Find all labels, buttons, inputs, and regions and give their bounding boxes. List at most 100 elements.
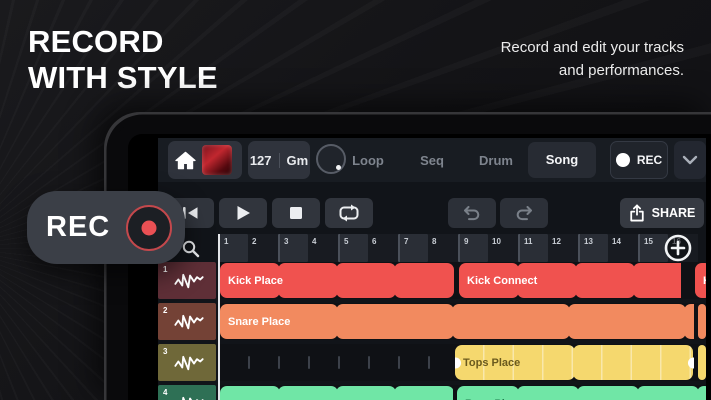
collapse-header-button[interactable]	[674, 141, 706, 179]
bar-tick	[278, 356, 280, 369]
waveform-icon	[174, 314, 204, 330]
clip-segment	[336, 386, 396, 400]
bar-tick	[428, 356, 430, 369]
track-row-3: 3 Tops Place	[158, 344, 706, 381]
track-lane-2[interactable]: Snare Place	[218, 303, 706, 340]
clip-segment	[637, 386, 699, 400]
ruler-bar-4[interactable]: 4	[308, 234, 338, 262]
clip-segment	[568, 304, 686, 339]
stop-button[interactable]	[272, 198, 320, 228]
ruler-bar-number: 12	[552, 237, 561, 246]
ruler-bar-14[interactable]: 14	[608, 234, 638, 262]
track-number: 1	[163, 265, 168, 274]
clip[interactable]: Snare Place	[220, 304, 694, 339]
clip-label: Kick Place	[228, 274, 284, 287]
ruler-bar-2[interactable]: 2	[248, 234, 278, 262]
ruler-bar-6[interactable]: 6	[368, 234, 398, 262]
clip-handle[interactable]	[687, 357, 694, 368]
ruler-bar-13[interactable]: 13	[578, 234, 608, 262]
ruler-bar-number: 3	[284, 237, 289, 246]
record-button[interactable]: REC	[610, 141, 668, 179]
bar-tick	[338, 356, 340, 369]
clip-segment	[698, 304, 706, 339]
ruler-bar-10[interactable]: 10	[488, 234, 518, 262]
ruler-bar-7[interactable]: 7	[398, 234, 428, 262]
clip[interactable]	[698, 345, 706, 380]
chevron-down-icon	[682, 155, 698, 165]
tempo-divider	[278, 152, 280, 168]
record-toggle-button[interactable]	[126, 204, 172, 251]
clip[interactable]: Kick Connect	[459, 263, 681, 298]
redo-button[interactable]	[500, 198, 548, 228]
tab-song[interactable]: Song	[528, 142, 596, 178]
tab-loop[interactable]: Loop	[336, 153, 400, 168]
track-lane-1[interactable]: Kick Place Kick Connect Kick Place	[218, 262, 706, 299]
promo-screenshot: RECORD WITH STYLE Record and edit your t…	[0, 0, 711, 400]
stop-icon	[290, 207, 302, 219]
track-header-1[interactable]: 1	[158, 262, 216, 299]
clip[interactable]: Tops Place	[455, 345, 694, 380]
rec-overlay-pill: REC	[27, 191, 185, 264]
hero-subtitle: Record and edit your tracks and performa…	[501, 36, 684, 82]
clip[interactable]: Kick Place	[695, 263, 706, 298]
daw-app: 127 Gm Loop Seq Drum Song REC SHARE 1 2 …	[158, 138, 706, 400]
ruler-bar-1[interactable]: 1	[218, 234, 248, 262]
ruler-bar-number: 2	[252, 237, 257, 246]
hero-subtitle-line1: Record and edit your tracks	[500, 39, 684, 56]
track-lane-3[interactable]: Tops Place	[218, 344, 706, 381]
track-row-4: 4 Bass Place	[158, 385, 706, 400]
clip[interactable]: Kick Place	[220, 263, 458, 298]
clip[interactable]: Bass Place	[457, 386, 706, 400]
ruler-bar-12[interactable]: 12	[548, 234, 578, 262]
ruler-bar-number: 13	[584, 237, 593, 246]
zoom-add-button[interactable]	[663, 233, 693, 263]
ruler-bar-3[interactable]: 3	[278, 234, 308, 262]
bar-tick	[308, 356, 310, 369]
share-icon	[629, 204, 644, 222]
ruler-bar-9[interactable]: 9	[458, 234, 488, 262]
tab-drum[interactable]: Drum	[464, 153, 528, 168]
bar-tick	[368, 356, 370, 369]
clip-segment	[573, 345, 693, 380]
clip-segment	[394, 386, 453, 400]
play-button[interactable]	[219, 198, 267, 228]
record-ready-icon	[615, 153, 630, 167]
track-header-3[interactable]: 3	[158, 344, 216, 381]
mode-tabs: Loop Seq Drum Song	[336, 141, 596, 179]
playhead[interactable]	[218, 234, 220, 400]
clip-segment	[697, 386, 706, 400]
track-header-2[interactable]: 2	[158, 303, 216, 340]
hero-subtitle-line2: and performances.	[558, 62, 684, 79]
tempo-key-display[interactable]: 127 Gm	[248, 141, 310, 179]
clip[interactable]	[220, 386, 453, 400]
track-lane-4[interactable]: Bass Place	[218, 385, 706, 400]
clip[interactable]	[698, 304, 706, 339]
album-art[interactable]	[202, 145, 232, 175]
clip-segment	[577, 386, 639, 400]
home-project-panel	[168, 141, 242, 179]
share-button[interactable]: SHARE	[620, 198, 704, 228]
ruler-bar-11[interactable]: 11	[518, 234, 548, 262]
bar-tick	[248, 356, 250, 369]
waveform-icon	[174, 273, 204, 289]
track-header-4[interactable]: 4	[158, 385, 216, 400]
clip-segment	[394, 263, 454, 298]
rec-overlay-label: REC	[46, 211, 111, 243]
redo-icon	[516, 205, 532, 220]
ruler-bar-5[interactable]: 5	[338, 234, 368, 262]
ruler-bar-8[interactable]: 8	[428, 234, 458, 262]
home-button[interactable]	[175, 151, 196, 170]
clip-segment	[278, 386, 338, 400]
track-number: 2	[163, 306, 168, 315]
track-number: 3	[163, 347, 168, 356]
key-value: Gm	[286, 152, 309, 168]
app-header-bar: 127 Gm Loop Seq Drum Song REC	[158, 138, 706, 182]
bar-tick	[398, 356, 400, 369]
ruler-bar-number: 4	[312, 237, 317, 246]
tab-seq[interactable]: Seq	[400, 153, 464, 168]
ruler-bar-number: 15	[644, 237, 653, 246]
timeline-ruler: 12345678910111213141516	[218, 234, 698, 262]
undo-button[interactable]	[448, 198, 496, 228]
loop-button[interactable]	[325, 198, 373, 228]
clip-label: Tops Place	[463, 356, 521, 369]
